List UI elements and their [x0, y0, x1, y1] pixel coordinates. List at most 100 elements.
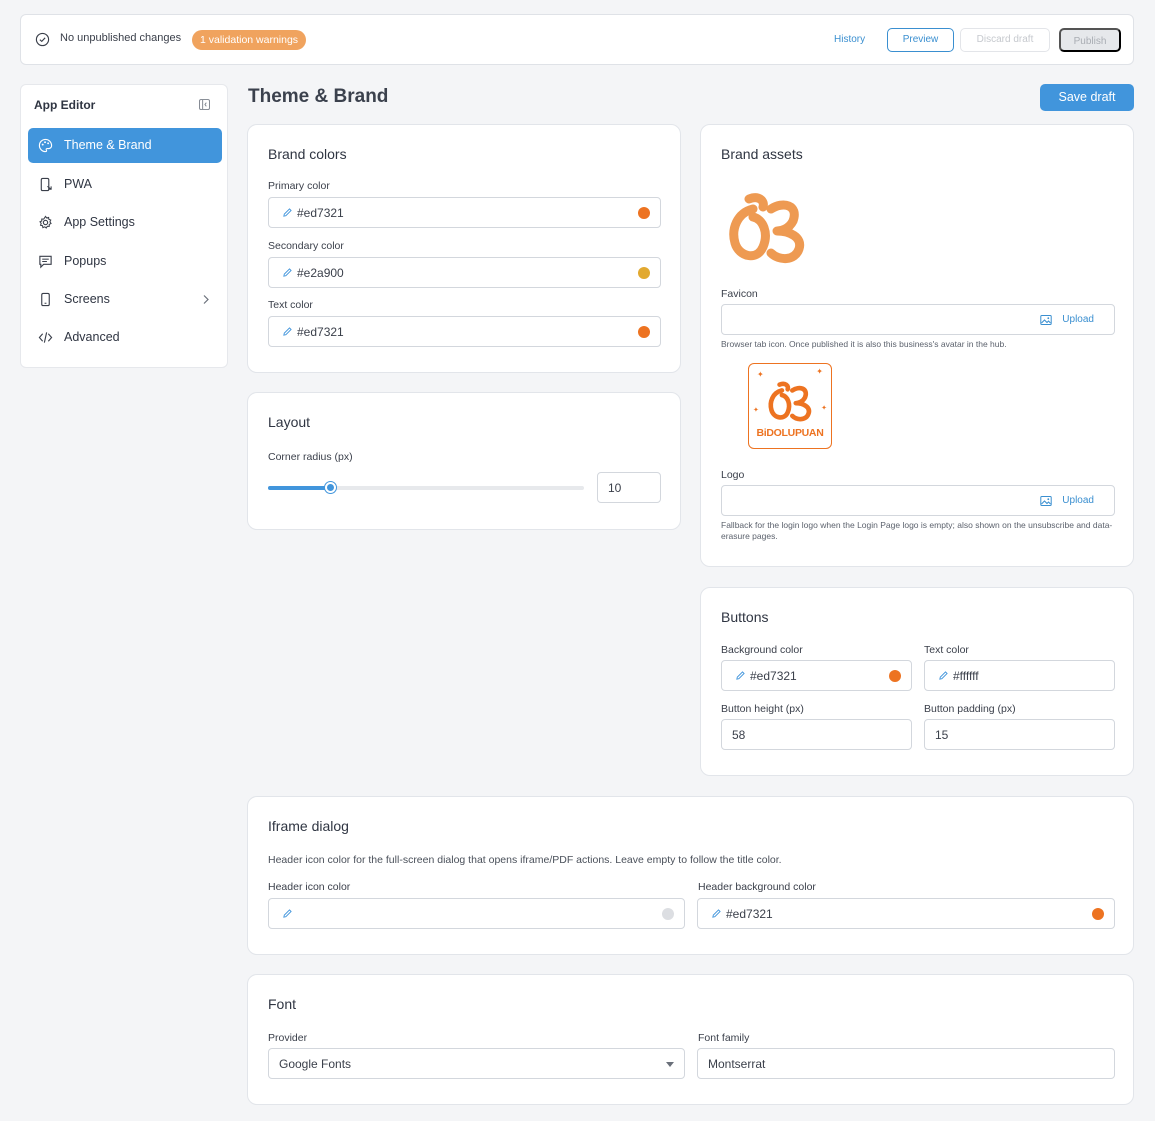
secondary-color-swatch[interactable] — [638, 267, 650, 279]
sidebar-item-label: Screens — [64, 292, 110, 306]
secondary-color-field[interactable]: #e2a900 — [268, 257, 661, 288]
header-bg-color-value: #ed7321 — [726, 907, 773, 921]
button-padding-value: 15 — [935, 728, 949, 742]
button-height-value: 58 — [732, 728, 746, 742]
logo-help: Fallback for the login logo when the Log… — [721, 520, 1113, 541]
corner-radius-input[interactable]: 10 — [597, 472, 661, 503]
sidebar-item-label: App Settings — [64, 215, 135, 229]
logo-upload-field[interactable]: Upload — [721, 485, 1115, 516]
header-icon-color-swatch[interactable] — [662, 908, 674, 920]
button-text-color-value: #ffffff — [953, 669, 979, 683]
favicon-upload-field[interactable]: Upload — [721, 304, 1115, 335]
pencil-icon — [939, 671, 948, 680]
code-icon — [38, 332, 53, 343]
favicon-upload-button[interactable]: Upload — [1062, 314, 1094, 325]
font-card: Font Provider Google Fonts Font family M… — [247, 974, 1134, 1105]
slider-fill — [268, 486, 332, 490]
sidebar-item-theme-brand[interactable]: Theme & Brand — [28, 128, 222, 163]
header-bg-color-swatch[interactable] — [1092, 908, 1104, 920]
button-bg-color-field[interactable]: #ed7321 — [721, 660, 912, 691]
primary-color-value: #ed7321 — [297, 206, 344, 220]
primary-color-field[interactable]: #ed7321 — [268, 197, 661, 228]
logo-preview: BiDOLUPUAN ✦ ✦ ✦ ✦ — [748, 363, 832, 449]
page-title: Theme & Brand — [248, 86, 389, 107]
favicon-help: Browser tab icon. Once published it is a… — [721, 339, 1007, 349]
sparkle-icon: ✦ — [753, 407, 759, 414]
device-icon — [40, 177, 52, 192]
font-family-input[interactable]: Montserrat — [697, 1048, 1115, 1079]
brand-colors-card: Brand colors Primary color #ed7321 Secon… — [247, 124, 681, 373]
validation-warning-badge[interactable]: 1 validation warnings — [192, 30, 307, 50]
phone-icon — [41, 292, 50, 307]
card-title: Buttons — [721, 609, 769, 625]
sidebar-item-pwa[interactable]: PWA — [28, 167, 222, 202]
card-title: Brand assets — [721, 146, 803, 162]
corner-radius-value: 10 — [608, 481, 622, 495]
pencil-icon — [712, 909, 721, 918]
button-text-color-label: Text color — [924, 644, 969, 656]
sidebar-title: App Editor — [34, 98, 96, 112]
slider-thumb[interactable] — [325, 482, 337, 493]
top-bar: No unpublished changes 1 validation warn… — [20, 14, 1134, 65]
button-bg-color-swatch[interactable] — [889, 670, 901, 682]
header-bg-color-field[interactable]: #ed7321 — [697, 898, 1115, 929]
sidebar-item-label: Popups — [64, 254, 107, 268]
save-draft-button[interactable]: Save draft — [1040, 84, 1134, 111]
pencil-icon — [283, 327, 292, 336]
sparkle-icon: ✦ — [816, 367, 823, 376]
card-title: Font — [268, 996, 297, 1012]
chevron-right-icon — [203, 295, 209, 304]
sidebar-item-popups[interactable]: Popups — [28, 244, 222, 279]
history-button[interactable]: History — [827, 29, 872, 51]
primary-color-label: Primary color — [268, 180, 330, 192]
layout-card: Layout Corner radius (px) 10 — [247, 392, 681, 530]
logo-wordmark: BiDOLUPUAN — [756, 427, 824, 439]
button-padding-input[interactable]: 15 — [924, 719, 1115, 750]
pencil-icon — [736, 671, 745, 680]
button-padding-label: Button padding (px) — [924, 703, 1016, 715]
button-height-input[interactable]: 58 — [721, 719, 912, 750]
pencil-icon — [283, 909, 292, 918]
favicon-label: Favicon — [721, 288, 758, 300]
collapse-sidebar-icon[interactable] — [199, 99, 210, 110]
discard-draft-button[interactable]: Discard draft — [960, 28, 1050, 52]
sparkle-icon: ✦ — [757, 370, 764, 379]
iframe-dialog-card: Iframe dialog Header icon color for the … — [247, 796, 1134, 955]
dropdown-arrow-icon — [666, 1062, 674, 1067]
publish-button[interactable]: Publish — [1059, 28, 1121, 52]
card-title: Iframe dialog — [268, 818, 349, 834]
check-circle-icon — [35, 32, 50, 47]
button-bg-color-label: Background color — [721, 644, 803, 656]
secondary-color-value: #e2a900 — [297, 266, 344, 280]
popup-icon — [39, 255, 52, 269]
text-color-swatch[interactable] — [638, 326, 650, 338]
corner-radius-label: Corner radius (px) — [268, 451, 353, 463]
header-icon-color-label: Header icon color — [268, 881, 351, 893]
palette-icon — [38, 138, 53, 153]
text-color-field[interactable]: #ed7321 — [268, 316, 661, 347]
font-provider-select[interactable]: Google Fonts — [268, 1048, 685, 1079]
preview-button[interactable]: Preview — [887, 28, 954, 52]
button-text-color-field[interactable]: #ffffff — [924, 660, 1115, 691]
buttons-card: Buttons Background color #ed7321 Text co… — [700, 587, 1134, 776]
logo-upload-button[interactable]: Upload — [1062, 495, 1094, 506]
sidebar-item-advanced[interactable]: Advanced — [28, 320, 222, 355]
corner-radius-slider[interactable] — [268, 482, 584, 493]
iframe-description: Header icon color for the full-screen di… — [268, 854, 782, 866]
secondary-color-label: Secondary color — [268, 240, 344, 252]
brand-assets-card: Brand assets Favicon Upload Browser tab … — [700, 124, 1134, 567]
button-height-label: Button height (px) — [721, 703, 804, 715]
favicon-preview — [729, 193, 805, 263]
image-upload-icon — [1040, 496, 1052, 506]
status-text: No unpublished changes — [60, 32, 182, 44]
logo-label: Logo — [721, 469, 745, 481]
font-provider-label: Provider — [268, 1032, 308, 1044]
sidebar-item-app-settings[interactable]: App Settings — [28, 205, 222, 240]
card-title: Layout — [268, 414, 311, 430]
header-icon-color-field[interactable] — [268, 898, 685, 929]
primary-color-swatch[interactable] — [638, 207, 650, 219]
text-color-value: #ed7321 — [297, 325, 344, 339]
sidebar-item-screens[interactable]: Screens — [28, 282, 222, 317]
gear-icon — [39, 215, 52, 229]
text-color-label: Text color — [268, 299, 313, 311]
